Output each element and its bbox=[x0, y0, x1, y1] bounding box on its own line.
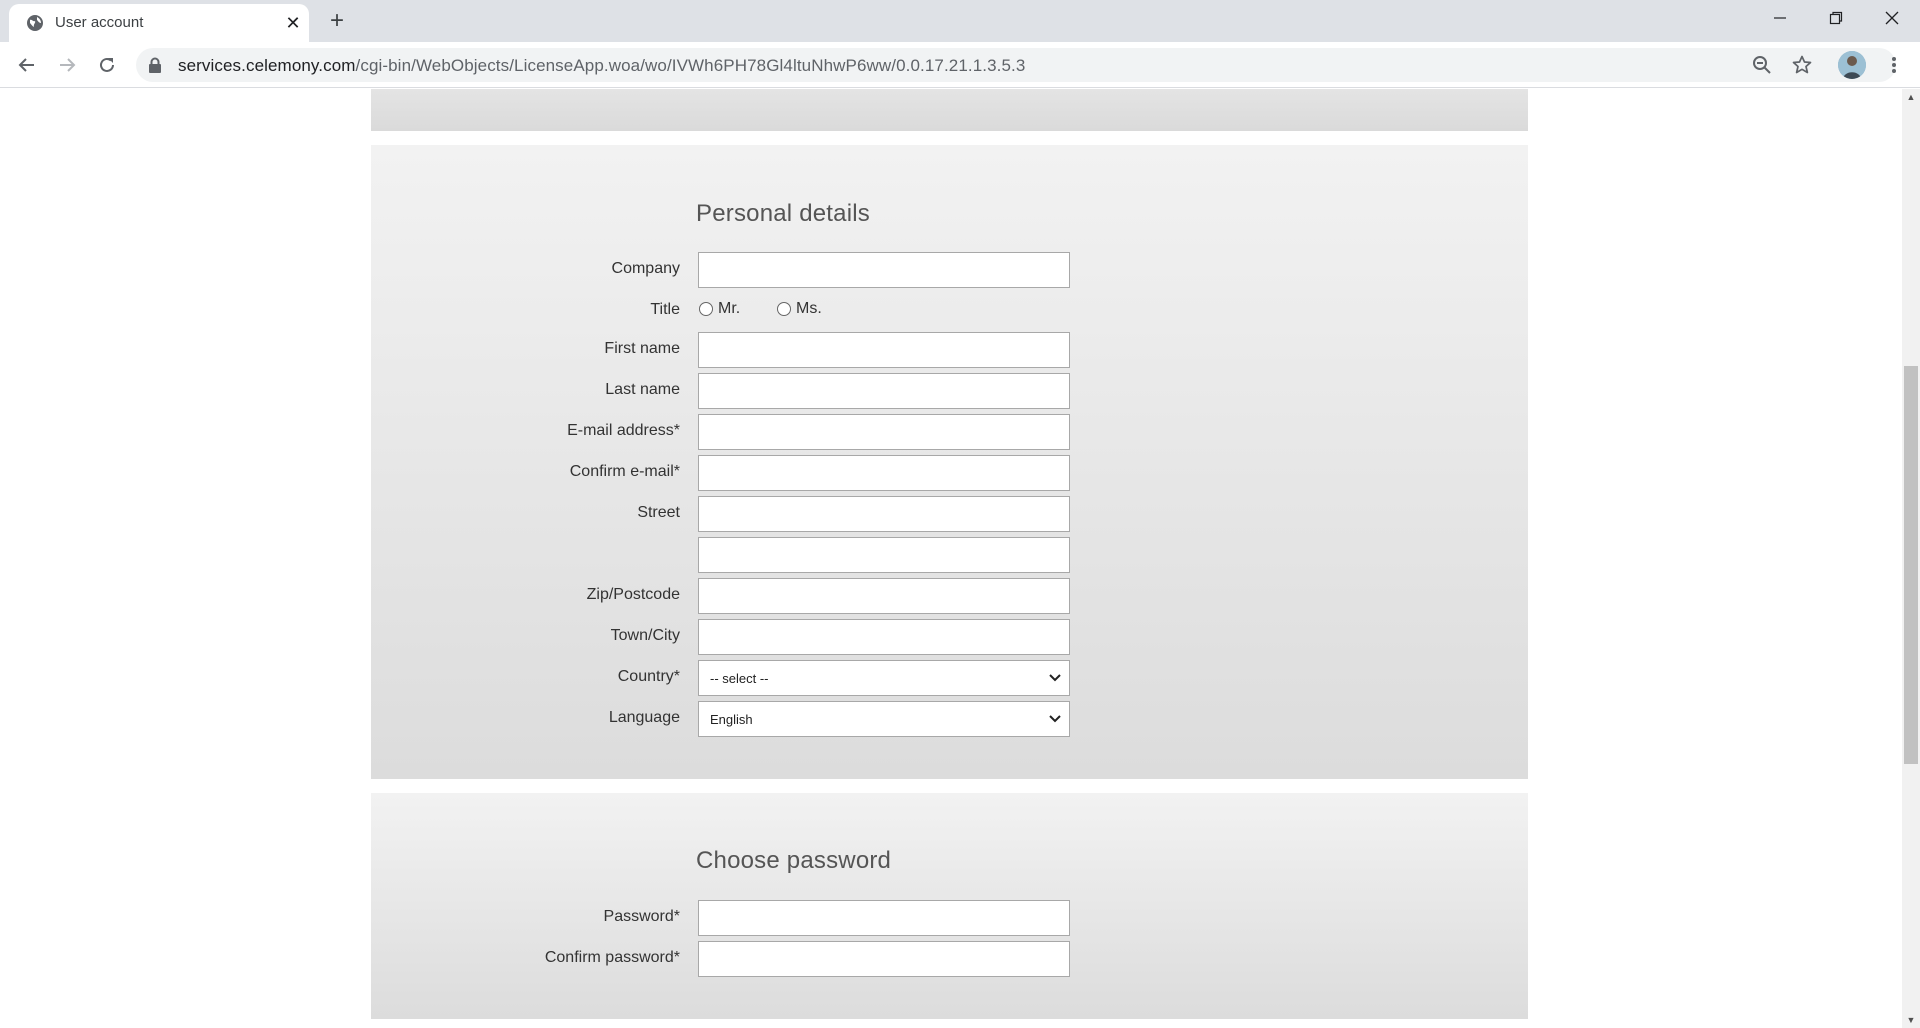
more-vert-icon[interactable] bbox=[1880, 51, 1908, 79]
browser-toolbar: services.celemony.com/cgi-bin/WebObjects… bbox=[0, 42, 1920, 88]
address-bar[interactable]: services.celemony.com/cgi-bin/WebObjects… bbox=[136, 48, 1896, 82]
last-name-row: Last name bbox=[371, 373, 1528, 409]
town-label: Town/City bbox=[610, 627, 680, 644]
reload-icon[interactable] bbox=[92, 50, 122, 80]
first-name-label: First name bbox=[604, 340, 680, 357]
password-label: Password* bbox=[603, 908, 680, 925]
language-label: Language bbox=[608, 709, 680, 726]
personal-details-panel: Personal details Company Title Mr. Ms. F… bbox=[371, 145, 1528, 779]
country-row: Country* -- select -- bbox=[371, 660, 1528, 696]
scroll-up-icon[interactable]: ▲ bbox=[1902, 89, 1920, 105]
country-select-value: -- select -- bbox=[710, 671, 769, 686]
url-path: /cgi-bin/WebObjects/LicenseApp.woa/wo/IV… bbox=[355, 56, 1026, 75]
scroll-down-icon[interactable]: ▼ bbox=[1902, 1012, 1920, 1028]
street-line2-input[interactable] bbox=[698, 537, 1070, 573]
email-row: E-mail address* bbox=[371, 414, 1528, 450]
street-label: Street bbox=[637, 504, 680, 521]
zoom-out-icon[interactable] bbox=[1750, 53, 1774, 77]
first-name-row: First name bbox=[371, 332, 1528, 368]
street-row: Street bbox=[371, 496, 1528, 532]
confirm-email-row: Confirm e-mail* bbox=[371, 455, 1528, 491]
page-viewport: Personal details Company Title Mr. Ms. F… bbox=[0, 89, 1902, 1028]
zip-input[interactable] bbox=[698, 578, 1070, 614]
choose-password-panel: Choose password Password* Confirm passwo… bbox=[371, 793, 1528, 1019]
bookmark-star-icon[interactable] bbox=[1790, 53, 1814, 77]
title-ms-label[interactable]: Ms. bbox=[796, 300, 822, 318]
confirm-password-input[interactable] bbox=[698, 941, 1070, 977]
confirm-password-label: Confirm password* bbox=[544, 949, 680, 966]
street-line2-row bbox=[371, 537, 1528, 573]
restore-icon[interactable] bbox=[1808, 0, 1864, 36]
forward-arrow-icon[interactable] bbox=[52, 50, 82, 80]
vertical-scrollbar[interactable]: ▲ ▼ bbox=[1902, 89, 1920, 1028]
scrollbar-thumb[interactable] bbox=[1904, 366, 1918, 764]
chevron-down-icon bbox=[1049, 715, 1061, 723]
town-input[interactable] bbox=[698, 619, 1070, 655]
minimize-icon[interactable] bbox=[1752, 0, 1808, 36]
last-name-label: Last name bbox=[605, 381, 680, 398]
previous-section-panel bbox=[371, 89, 1528, 131]
lock-icon[interactable] bbox=[148, 57, 162, 73]
title-mr-label[interactable]: Mr. bbox=[718, 300, 740, 318]
globe-icon bbox=[27, 15, 43, 31]
confirm-password-row: Confirm password* bbox=[371, 941, 1528, 977]
company-label: Company bbox=[611, 260, 680, 277]
title-label: Title bbox=[650, 301, 680, 318]
section-title-password: Choose password bbox=[696, 847, 892, 874]
password-row: Password* bbox=[371, 900, 1528, 936]
country-select[interactable]: -- select -- bbox=[698, 660, 1070, 696]
street-input[interactable] bbox=[698, 496, 1070, 532]
email-label: E-mail address* bbox=[567, 422, 680, 439]
last-name-input[interactable] bbox=[698, 373, 1070, 409]
confirm-email-label: Confirm e-mail* bbox=[569, 463, 680, 480]
url-host: services.celemony.com bbox=[178, 56, 356, 75]
company-row: Company bbox=[371, 252, 1528, 288]
zip-label: Zip/Postcode bbox=[586, 586, 680, 603]
tab-close-icon[interactable]: ✕ bbox=[283, 13, 303, 33]
new-tab-button[interactable]: + bbox=[325, 7, 349, 34]
password-input[interactable] bbox=[698, 900, 1070, 936]
url-text[interactable]: services.celemony.com/cgi-bin/WebObjects… bbox=[178, 56, 1025, 76]
title-mr-radio[interactable] bbox=[699, 302, 713, 316]
back-arrow-icon[interactable] bbox=[12, 50, 42, 80]
email-input[interactable] bbox=[698, 414, 1070, 450]
country-label: Country* bbox=[617, 668, 680, 685]
browser-tab[interactable]: User account ✕ bbox=[9, 4, 309, 42]
company-input[interactable] bbox=[698, 252, 1070, 288]
town-row: Town/City bbox=[371, 619, 1528, 655]
section-title-personal: Personal details bbox=[696, 200, 870, 227]
tab-strip: User account ✕ + bbox=[0, 0, 1920, 42]
zip-row: Zip/Postcode bbox=[371, 578, 1528, 614]
chevron-down-icon bbox=[1049, 674, 1061, 682]
language-select-value: English bbox=[710, 712, 753, 727]
profile-avatar[interactable] bbox=[1838, 51, 1866, 79]
close-window-icon[interactable] bbox=[1864, 0, 1920, 36]
tab-title: User account bbox=[55, 14, 144, 31]
title-row: Title Mr. Ms. bbox=[371, 293, 1528, 329]
language-row: Language English bbox=[371, 701, 1528, 737]
title-ms-radio[interactable] bbox=[777, 302, 791, 316]
language-select[interactable]: English bbox=[698, 701, 1070, 737]
first-name-input[interactable] bbox=[698, 332, 1070, 368]
confirm-email-input[interactable] bbox=[698, 455, 1070, 491]
